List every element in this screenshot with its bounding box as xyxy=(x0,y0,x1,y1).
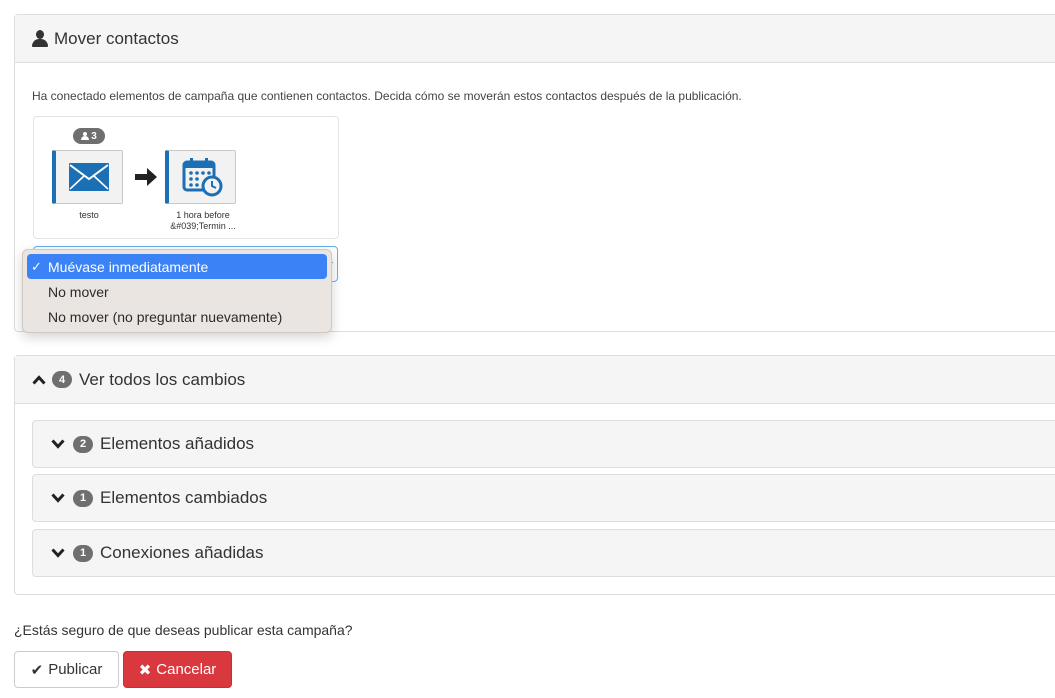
chevron-down-icon xyxy=(51,548,65,558)
connections-added-title: Conexiones añadidas xyxy=(100,543,264,562)
arrow-right-icon xyxy=(135,168,157,186)
elements-changed-count-badge: 1 xyxy=(73,489,93,507)
chevron-down-icon xyxy=(51,493,65,503)
wait-node-label: 1 hora before &#039;Termin ... xyxy=(170,210,236,231)
move-contacts-description: Ha conectado elementos de campaña que co… xyxy=(32,89,742,103)
option-do-not-move-never-ask[interactable]: No mover (no preguntar nuevamente) xyxy=(27,304,327,329)
email-node xyxy=(52,150,123,204)
connections-added-toggle[interactable]: 1 Conexiones añadidas xyxy=(32,529,1055,577)
user-icon xyxy=(81,131,90,141)
option-do-not-move[interactable]: No mover xyxy=(27,279,327,304)
campaign-flow-preview: 3 testo 1 hora before &#039;Termin ... xyxy=(33,116,339,239)
publish-button-label: Publicar xyxy=(48,661,103,678)
chevron-down-icon xyxy=(51,439,65,449)
checkmark-icon: ✔ xyxy=(30,661,44,679)
all-changes-toggle[interactable]: 4 Ver todos los cambios xyxy=(15,356,1055,404)
move-contacts-title: Mover contactos xyxy=(54,28,179,48)
elements-added-count-badge: 2 xyxy=(73,435,93,453)
elements-added-title: Elementos añadidos xyxy=(100,434,255,453)
email-node-label: testo xyxy=(79,210,99,220)
cancel-button[interactable]: ✖ Cancelar xyxy=(123,651,232,688)
cancel-button-label: Cancelar xyxy=(156,661,217,678)
close-icon: ✖ xyxy=(138,661,152,679)
option-move-immediately[interactable]: ✓ Muévase inmediatamente xyxy=(27,254,327,279)
chevron-up-icon xyxy=(32,374,46,385)
elements-added-toggle[interactable]: 2 Elementos añadidos xyxy=(32,420,1055,468)
contact-count-badge: 3 xyxy=(73,128,105,144)
wait-node xyxy=(165,150,236,204)
checkmark-icon: ✓ xyxy=(31,258,42,274)
all-changes-title: Ver todos los cambios xyxy=(79,369,246,389)
user-icon xyxy=(32,30,48,47)
elements-changed-title: Elementos cambiados xyxy=(100,488,268,507)
changes-count-badge: 4 xyxy=(52,371,72,388)
publish-button[interactable]: ✔ Publicar xyxy=(14,651,119,688)
all-changes-panel: 4 Ver todos los cambios 2 Elementos añad… xyxy=(14,355,1055,595)
move-option-dropdown[interactable]: ✓ Muévase inmediatamente No mover No mov… xyxy=(22,249,332,333)
publish-confirmation-question: ¿Estás seguro de que deseas publicar est… xyxy=(14,622,353,638)
calendar-clock-icon xyxy=(182,158,223,197)
envelope-icon xyxy=(69,163,109,191)
move-contacts-heading: Mover contactos xyxy=(15,15,1055,63)
elements-changed-toggle[interactable]: 1 Elementos cambiados xyxy=(32,474,1055,522)
connections-added-count-badge: 1 xyxy=(73,544,93,562)
